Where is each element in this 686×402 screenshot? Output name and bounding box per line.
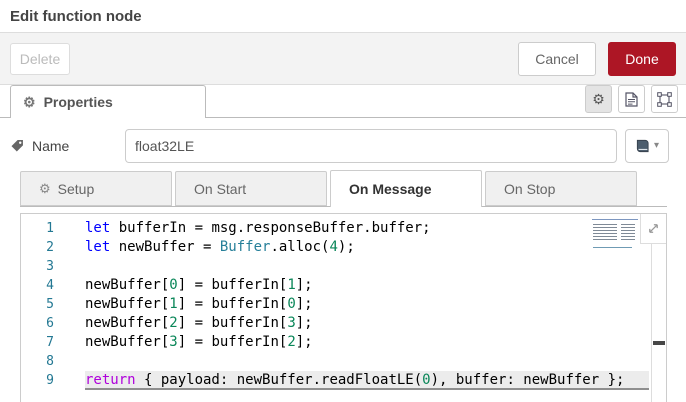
properties-tab-strip: ⚙ Properties ⚙ (0, 85, 686, 118)
code-line-row: 8 (21, 352, 666, 371)
code-lines: 1 let bufferIn = msg.responseBuffer.buffe… (21, 219, 666, 390)
gear-icon: ⚙ (39, 181, 51, 196)
cancel-button[interactable]: Cancel (518, 41, 596, 76)
tab-on-start[interactable]: On Start (175, 171, 327, 206)
line-number: 3 (46, 259, 54, 274)
line-number: 9 (46, 373, 54, 388)
document-icon (625, 91, 638, 107)
tab-on-stop-label: On Stop (504, 180, 556, 197)
delete-button[interactable]: Delete (10, 42, 70, 75)
code-line-row: 6 newBuffer[2] = bufferIn[3]; (21, 314, 666, 333)
minimap-footer (593, 247, 632, 248)
tab-on-start-label: On Start (194, 180, 247, 197)
tab-on-message[interactable]: On Message (330, 170, 482, 207)
name-input[interactable] (125, 129, 617, 163)
gear-icon: ⚙ (23, 94, 36, 110)
code-line[interactable] (85, 352, 649, 371)
tab-setup-label: Setup (57, 180, 95, 197)
code-editor[interactable]: 1 let bufferIn = msg.responseBuffer.buffe… (20, 213, 667, 402)
code-line[interactable]: newBuffer[0] = bufferIn[1]; (85, 276, 649, 295)
dialog-title: Edit function node (10, 7, 142, 25)
expand-editor-button[interactable] (640, 214, 666, 244)
edit-function-node-dialog: Edit function node Delete Cancel Done ⚙ … (0, 0, 686, 402)
line-number: 7 (46, 335, 54, 350)
code-line-row: 9 return { payload: newBuffer.readFloatLE… (21, 371, 666, 390)
chevron-down-icon: ▾ (653, 140, 660, 151)
node-appearance-button[interactable] (651, 85, 678, 113)
code-line[interactable]: let newBuffer = Buffer.alloc(4); (85, 238, 649, 257)
code-line-row: 5 newBuffer[1] = bufferIn[0]; (21, 295, 666, 314)
editor-scrollbar[interactable] (651, 244, 666, 402)
line-number: 2 (46, 240, 54, 255)
code-line[interactable]: let bufferIn = msg.responseBuffer.buffer… (85, 219, 649, 238)
code-line[interactable]: newBuffer[2] = bufferIn[3]; (85, 314, 649, 333)
properties-actions: ⚙ (585, 85, 678, 113)
expand-arrows-icon (649, 224, 658, 233)
tab-on-message-label: On Message (349, 181, 432, 197)
code-line[interactable] (85, 257, 649, 276)
tab-setup[interactable]: ⚙ Setup (20, 171, 172, 206)
done-button[interactable]: Done (608, 41, 676, 76)
edit-properties-button[interactable]: ⚙ (585, 85, 612, 113)
line-number: 5 (46, 297, 54, 312)
line-number: 8 (46, 354, 54, 369)
line-number: 6 (46, 316, 54, 331)
selection-box-icon (657, 91, 672, 107)
library-dropdown-button[interactable]: ▾ (625, 129, 669, 163)
name-field-row: Name ▾ (0, 118, 686, 170)
minimap[interactable] (592, 219, 638, 250)
code-line-row: 1 let bufferIn = msg.responseBuffer.buffe… (21, 219, 666, 238)
code-line-row: 3 (21, 257, 666, 276)
function-tabs: ⚙ Setup On Start On Message On Stop (20, 170, 667, 207)
code-line-row: 4 newBuffer[0] = bufferIn[1]; (21, 276, 666, 295)
name-field-label: Name (10, 138, 125, 154)
book-icon (636, 139, 649, 153)
code-line-row: 2 let newBuffer = Buffer.alloc(4); (21, 238, 666, 257)
tab-on-stop[interactable]: On Stop (485, 171, 637, 206)
scrollbar-thumb[interactable] (653, 341, 665, 345)
name-label-text: Name (32, 138, 70, 154)
dialog-toolbar: Delete Cancel Done (0, 33, 686, 85)
gear-icon: ⚙ (592, 91, 605, 107)
code-line-row: 7 newBuffer[3] = bufferIn[2]; (21, 333, 666, 352)
code-line[interactable]: newBuffer[1] = bufferIn[0]; (85, 295, 649, 314)
line-number: 4 (46, 278, 54, 293)
tag-icon (11, 140, 23, 152)
code-line[interactable]: return { payload: newBuffer.readFloatLE(… (85, 371, 649, 390)
dialog-titlebar: Edit function node (0, 0, 686, 33)
line-number: 1 (46, 221, 54, 236)
code-line[interactable]: newBuffer[3] = bufferIn[2]; (85, 333, 649, 352)
node-description-button[interactable] (618, 85, 645, 113)
tab-properties[interactable]: ⚙ Properties (10, 85, 206, 118)
properties-tab-label: Properties (43, 94, 113, 110)
